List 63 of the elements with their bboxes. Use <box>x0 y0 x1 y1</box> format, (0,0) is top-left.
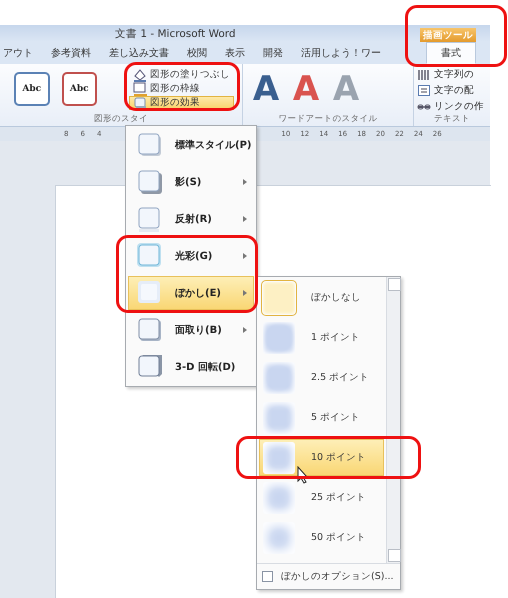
text-tool-button[interactable]: 文字の配 <box>417 83 487 97</box>
outline-icon <box>133 81 147 96</box>
blur-preview-icon <box>263 522 295 554</box>
submenu-arrow-icon <box>243 290 247 296</box>
menu-item[interactable]: 面取り(B) <box>128 313 254 347</box>
wordart-style[interactable]: A <box>247 68 285 108</box>
blur-preview-icon <box>263 282 295 314</box>
group-label: ワードアートのスタイル <box>278 113 378 126</box>
blur-preview-icon <box>263 362 295 394</box>
wordart-style[interactable]: A <box>287 68 325 108</box>
preset-effect-icon <box>137 132 163 158</box>
menu-item[interactable]: ぼかし(E) <box>128 276 254 310</box>
blur-option[interactable]: 10 ポイント <box>259 439 384 476</box>
blur-option[interactable]: 1 ポイント <box>259 319 384 356</box>
text-tool-button[interactable]: 文字列の <box>417 67 487 81</box>
blur-option[interactable]: 50 ポイント <box>259 519 384 556</box>
shape-style-swatch[interactable]: Abc <box>62 72 97 106</box>
ribbon-tab[interactable]: 差し込み文書 <box>100 42 178 64</box>
shape-style-swatch[interactable]: Abc <box>14 72 50 106</box>
menu-item[interactable]: 反射(R) <box>128 202 254 236</box>
menu-item[interactable]: 光彩(G) <box>128 239 254 273</box>
group-label: 図形のスタイ <box>94 113 148 126</box>
submenu-arrow-icon <box>243 179 247 185</box>
bevel-effect-icon <box>137 317 163 343</box>
menu-item[interactable]: 影(S) <box>128 165 254 199</box>
blur-preview-icon <box>263 442 295 474</box>
text-tool-button[interactable]: リンクの作 <box>417 99 487 113</box>
group-label: テキスト <box>434 113 470 126</box>
shape-format-button[interactable]: 図形の枠線 <box>129 82 234 96</box>
blur-preview-icon <box>263 402 295 434</box>
blur-option[interactable]: ぼかしなし <box>259 279 384 316</box>
shadow-effect-icon <box>137 169 163 195</box>
menu-item[interactable]: 標準スタイル(P) <box>128 128 254 162</box>
submenu-arrow-icon <box>243 216 247 222</box>
submenu-arrow-icon <box>243 253 247 259</box>
glow-effect-icon <box>137 243 163 269</box>
menu-item[interactable]: 3-D 回転(D) <box>128 350 254 384</box>
blur-option[interactable]: 2.5 ポイント <box>259 359 384 396</box>
blur-option[interactable]: 5 ポイント <box>259 399 384 436</box>
blur-preview-icon <box>263 322 295 354</box>
effect-icon <box>133 95 147 110</box>
blur-preview-icon <box>263 482 295 514</box>
ribbon-tab[interactable]: 参考資料 <box>42 42 100 64</box>
ribbon-tab[interactable]: 書式 <box>426 42 476 64</box>
ribbon-tab[interactable]: 表示 <box>216 42 254 64</box>
ribbon-tab[interactable]: 活用しよう！ワー <box>292 42 390 64</box>
ribbon-tab[interactable]: アウト <box>0 42 42 64</box>
blur-option[interactable]: 25 ポイント <box>259 479 384 516</box>
blur-options-item[interactable]: ぼかしのオプション(S)... <box>257 563 400 589</box>
shape-format-button[interactable]: 図形の効果 <box>129 96 234 110</box>
fill-icon <box>133 67 147 82</box>
scrollbar[interactable] <box>386 277 400 563</box>
align-icon <box>417 82 431 98</box>
ribbon-tab[interactable]: 開発 <box>254 42 292 64</box>
window-title: 文書 1 - Microsoft Word <box>115 26 236 40</box>
context-tab-label: 描画ツール <box>420 28 476 42</box>
soft-edge-icon <box>137 280 163 306</box>
mouse-cursor-icon <box>297 466 309 484</box>
ribbon-tab[interactable]: 校閲 <box>178 42 216 64</box>
submenu-arrow-icon <box>243 327 247 333</box>
checkbox-icon <box>262 571 273 582</box>
shape-format-button[interactable]: 図形の塗りつぶし <box>129 68 234 82</box>
rotation-effect-icon <box>137 354 163 380</box>
